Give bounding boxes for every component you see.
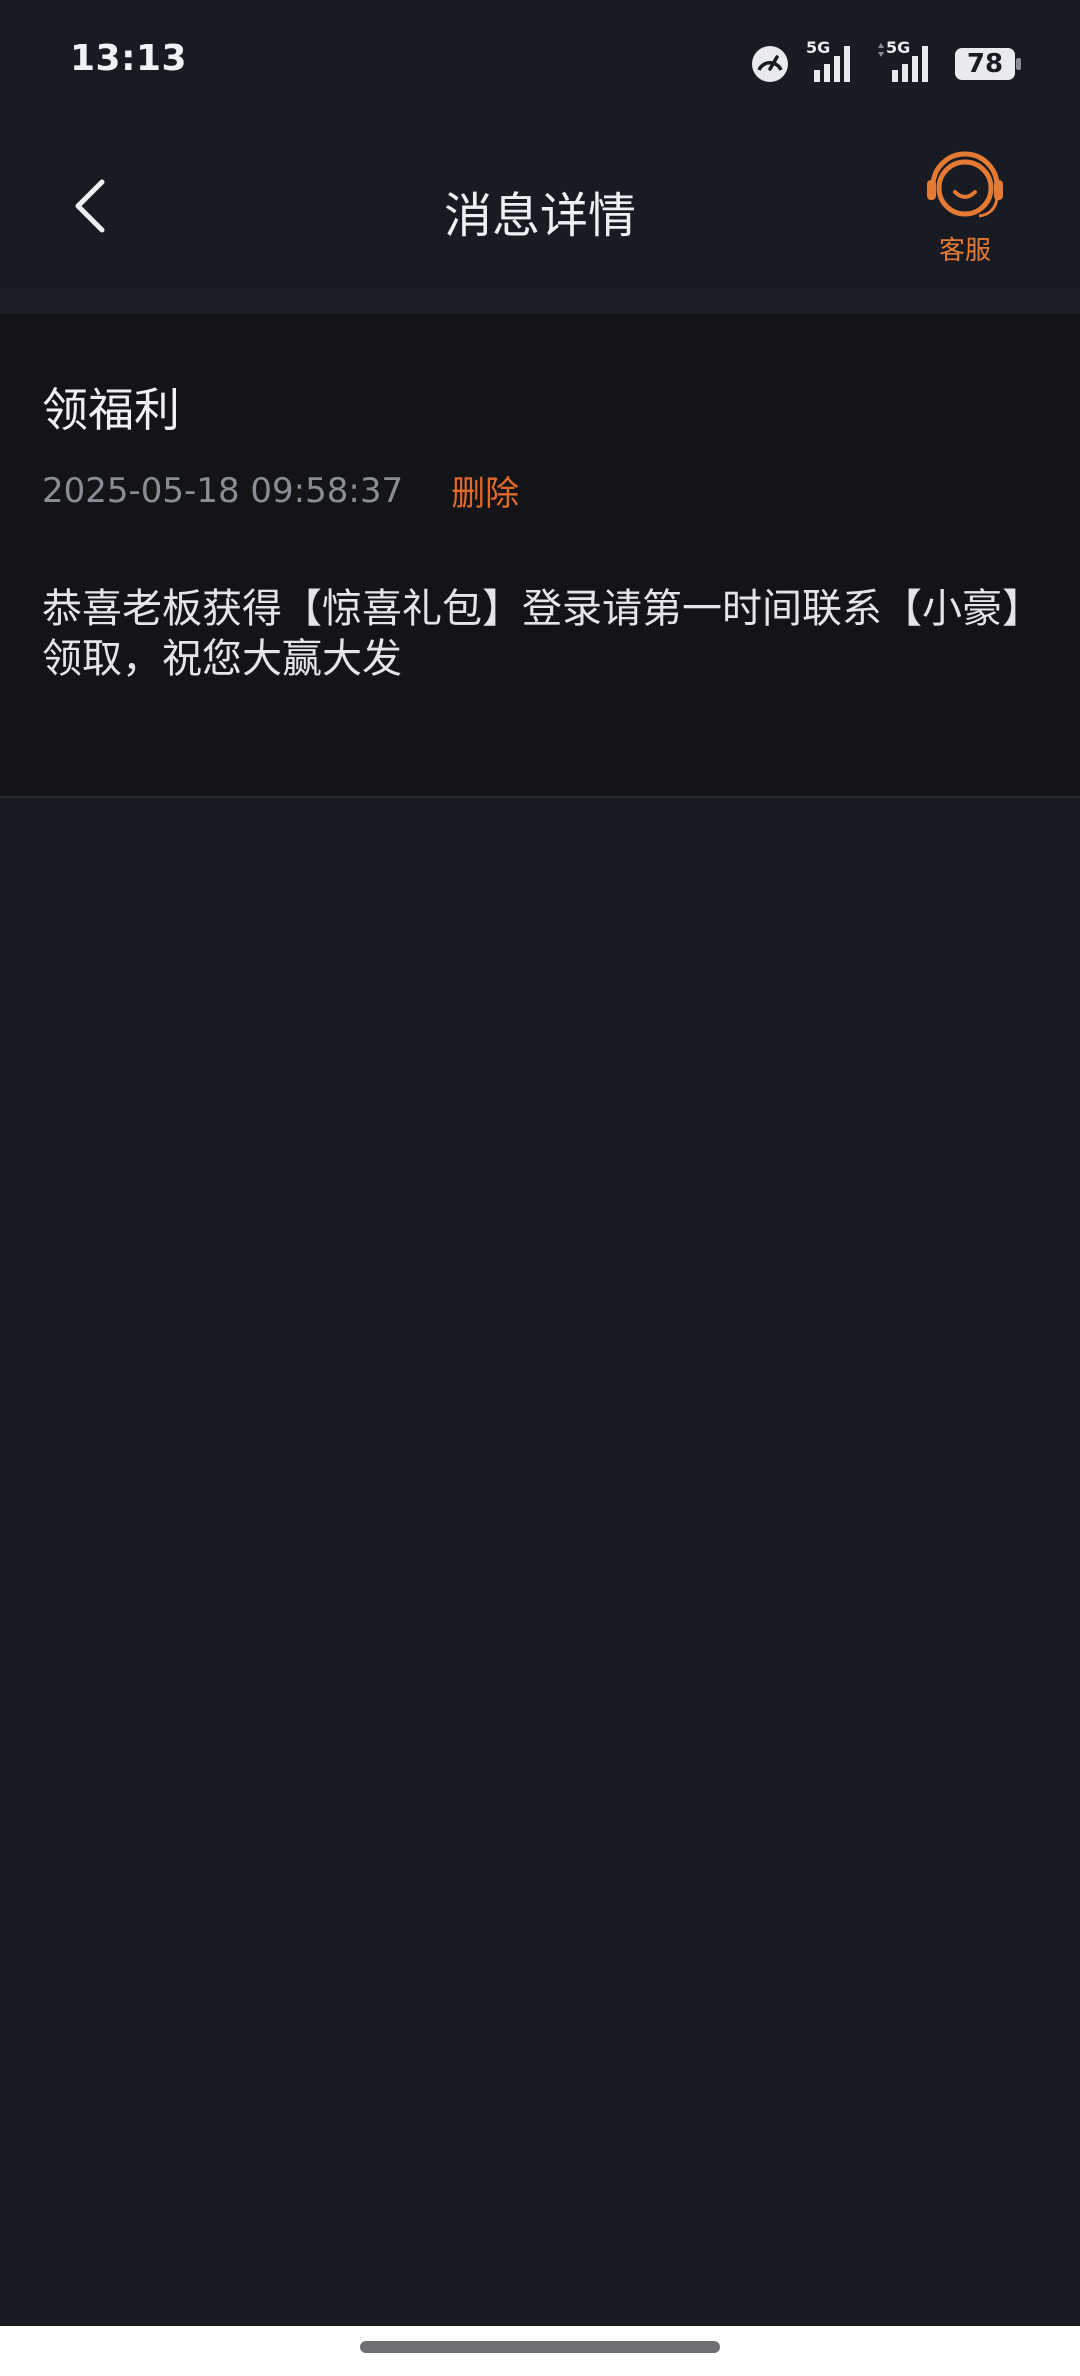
customer-service-label: 客服 (938, 236, 991, 266)
delete-button[interactable]: 删除 (451, 466, 519, 515)
message-meta: 2025-05-18 09:58:37 删除 (42, 466, 519, 515)
speedometer-icon (750, 44, 790, 84)
customer-service-button[interactable]: 客服 (910, 146, 1020, 286)
signal-icon: 5G (876, 38, 938, 86)
status-time: 13:13 (70, 38, 188, 79)
battery-level: 78 (966, 49, 1004, 79)
battery-icon: 78 (954, 46, 1022, 82)
header: 消息详情 客服 (0, 128, 1080, 288)
headset-icon (923, 146, 1007, 226)
signal-icon: 5G (806, 38, 860, 86)
message-timestamp: 2025-05-18 09:58:37 (42, 470, 404, 511)
navigation-bar (0, 2326, 1080, 2376)
header-divider (0, 288, 1080, 314)
message-title: 领福利 (42, 383, 180, 437)
message-card: 领福利 2025-05-18 09:58:37 删除 恭喜老板获得【惊喜礼包】登… (0, 314, 1080, 798)
message-body: 恭喜老板获得【惊喜礼包】登录请第一时间联系【小豪】领取，祝您大赢大发 (42, 586, 1022, 682)
status-bar: 13:13 5G 5G 78 (0, 0, 1080, 128)
home-indicator[interactable] (360, 2341, 720, 2353)
status-icons: 5G 5G 78 (750, 38, 1022, 90)
